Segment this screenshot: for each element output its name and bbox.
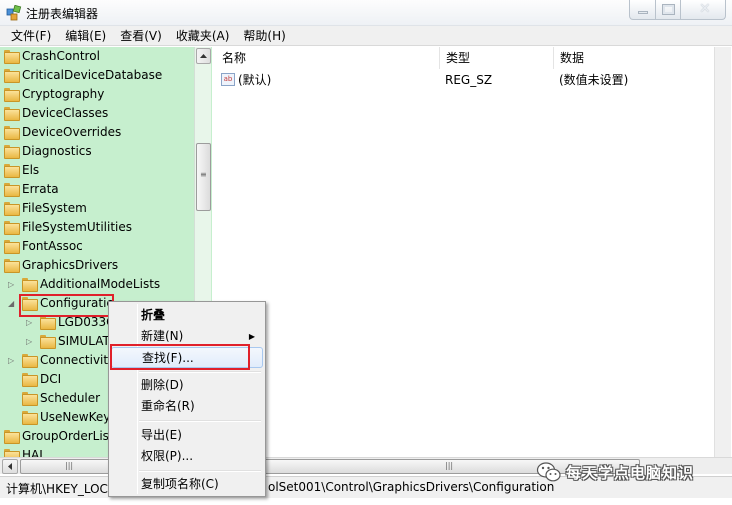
folder-icon [4,240,20,254]
menu-edit[interactable]: 编辑(E) [58,26,113,46]
minimize-icon [638,11,648,14]
values-pane: 名称 类型 数据 ab (默认) REG_SZ (数值未设置) [216,47,724,457]
folder-icon [4,259,20,273]
menu-copy-key-name[interactable]: 复制项名称(C) [111,474,263,495]
context-menu: 折叠 新建(N) ▶ 查找(F)... 删除(D) 重命名(R) 导出(E) 权限… [108,301,266,497]
folder-open-icon [22,297,38,311]
folder-icon [4,449,20,457]
menu-bar: 文件(F) 编辑(E) 查看(V) 收藏夹(A) 帮助(H) [0,26,732,46]
menu-export[interactable]: 导出(E) [111,425,263,446]
folder-icon [4,88,20,102]
folder-icon [4,202,20,216]
value-type: REG_SZ [445,73,493,87]
folder-icon [40,316,56,330]
watermark: 每天学点电脑知识 [536,461,728,483]
expand-arrow-icon[interactable]: ▷ [8,351,14,370]
folder-icon [4,69,20,83]
minimize-button[interactable] [629,0,656,20]
tree-item[interactable]: DeviceClasses [0,104,200,123]
tree-item[interactable]: ▷ AdditionalModeLists [0,275,200,294]
scroll-thumb[interactable]: ||| [20,459,120,474]
menu-permissions[interactable]: 权限(P)... [111,446,263,467]
expand-arrow-icon[interactable]: ▷ [26,332,32,351]
menu-view[interactable]: 查看(V) [113,26,169,46]
close-button[interactable]: ✕ [680,0,726,20]
submenu-arrow-icon: ▶ [248,332,255,341]
scroll-up-button[interactable] [196,48,211,64]
tree-item[interactable]: Diagnostics [0,142,200,161]
column-header-type[interactable]: 类型 [440,47,554,69]
column-header-name[interactable]: 名称 [216,47,440,69]
folder-icon [22,411,38,425]
menu-rename[interactable]: 重命名(R) [111,396,263,417]
menu-separator [139,371,261,373]
grip-icon: ||| [65,461,74,470]
ab-icon: ab [221,73,235,86]
expand-arrow-icon[interactable]: ▷ [8,275,14,294]
maximize-icon [662,4,675,15]
scroll-thumb[interactable]: ≡ [196,143,211,211]
tree-item[interactable]: CriticalDeviceDatabase [0,66,200,85]
folder-icon [4,107,20,121]
menu-separator [139,420,261,422]
folder-icon [22,392,38,406]
menu-find[interactable]: 查找(F)... [111,347,263,368]
menu-separator [139,470,261,472]
wechat-icon [536,462,561,482]
value-data: (数值未设置) [559,73,629,87]
collapse-arrow-icon[interactable]: ◢ [8,294,14,313]
folder-icon [4,183,20,197]
window-title: 注册表编辑器 [26,7,99,21]
menu-file[interactable]: 文件(F) [4,26,58,46]
tree-item[interactable]: FileSystem [0,199,200,218]
status-path-left: 计算机\HKEY_LOCA [6,482,117,496]
watermark-text: 每天学点电脑知识 [566,464,695,482]
folder-icon [4,430,20,444]
folder-icon [40,335,56,349]
menu-collapse[interactable]: 折叠 [111,305,263,326]
folder-icon [4,221,20,235]
column-header-data[interactable]: 数据 [554,47,714,69]
expand-arrow-icon[interactable]: ▷ [26,313,32,332]
tree-item[interactable]: GraphicsDrivers [0,256,200,275]
grip-icon: ||| [445,461,454,470]
folder-icon [22,373,38,387]
menu-favorites[interactable]: 收藏夹(A) [169,26,237,46]
menu-new[interactable]: 新建(N) ▶ [111,326,263,347]
maximize-button[interactable] [655,0,681,20]
status-path-right: olSet001\Control\GraphicsDrivers\Configu… [268,480,555,494]
tree-item[interactable]: CrashControl [0,47,200,66]
close-icon: ✕ [699,1,711,17]
folder-icon [4,50,20,64]
menu-new-label: 新建(N) [141,329,184,343]
scroll-left-button[interactable] [2,459,18,474]
tree-item[interactable]: Cryptography [0,85,200,104]
grip-icon: ≡ [200,170,207,179]
values-vertical-scrollbar[interactable] [714,47,731,457]
scroll-left-icon [8,463,12,470]
tree-item[interactable]: Errata [0,180,200,199]
tree-item[interactable]: FontAssoc [0,237,200,256]
folder-icon [4,145,20,159]
folder-icon [22,278,38,292]
title-bar: 注册表编辑器 ✕ [0,0,732,26]
tree-item[interactable]: FileSystemUtilities [0,218,200,237]
menu-delete[interactable]: 删除(D) [111,375,263,396]
menu-help[interactable]: 帮助(H) [236,26,292,46]
value-name[interactable]: (默认) [238,71,271,90]
folder-icon [4,164,20,178]
scroll-up-icon [200,54,207,58]
tree-item[interactable]: DeviceOverrides [0,123,200,142]
folder-icon [4,126,20,140]
regedit-icon [6,5,22,21]
folder-icon [22,354,38,368]
tree-item[interactable]: Els [0,161,200,180]
